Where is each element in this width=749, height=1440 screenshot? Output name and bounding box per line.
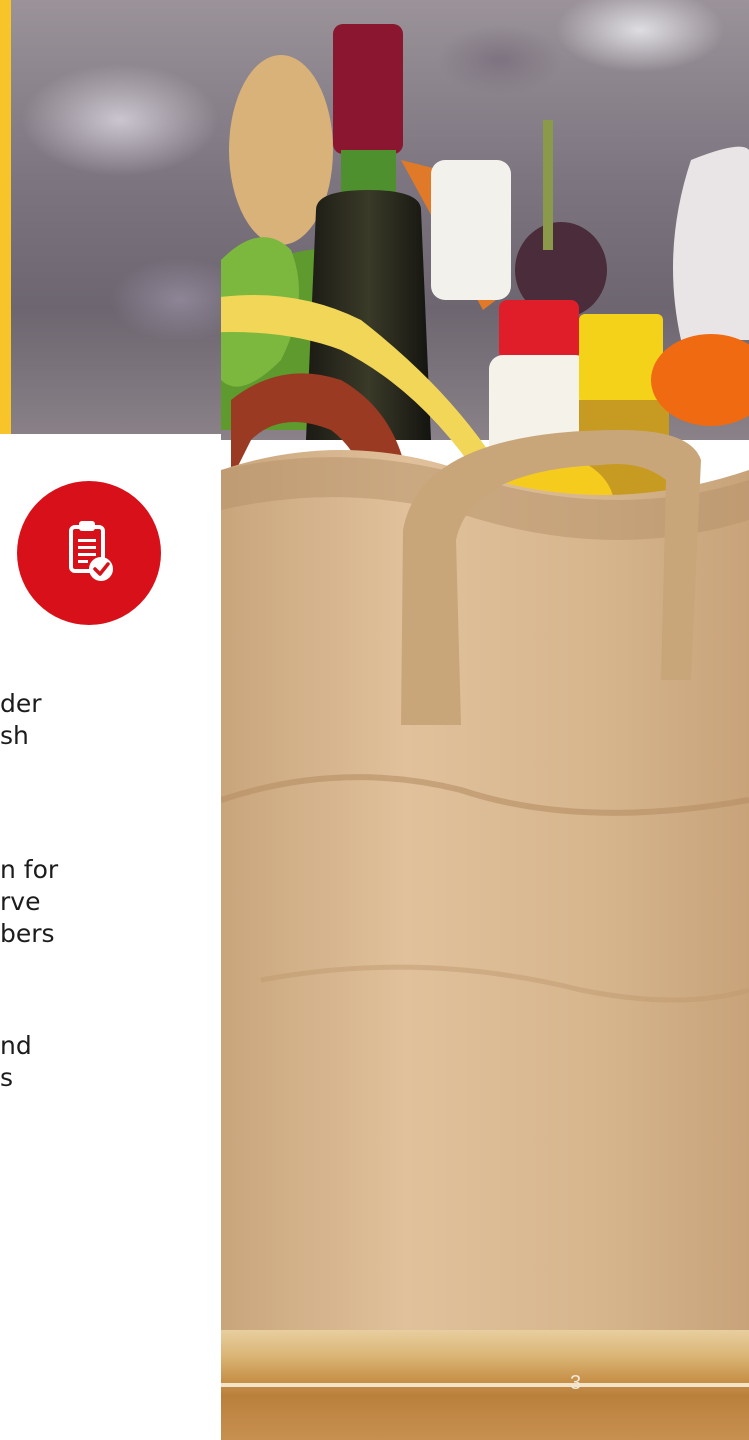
text-line-1: der	[0, 689, 42, 718]
grocery-bag-photo	[221, 0, 749, 1440]
clipboard-badge	[17, 481, 161, 625]
text-line-5: bers	[0, 919, 55, 948]
text-line-7: s	[0, 1063, 14, 1092]
text-line-3: n for	[0, 855, 59, 884]
clipboard-check-icon	[69, 521, 113, 581]
page-number: 3	[570, 1372, 582, 1394]
text-line-6: nd	[0, 1031, 32, 1060]
floor-divider	[221, 1383, 749, 1387]
text-line-2: sh	[0, 721, 29, 750]
yellow-accent-strip	[0, 0, 11, 434]
text-line-4: rve	[0, 887, 41, 916]
